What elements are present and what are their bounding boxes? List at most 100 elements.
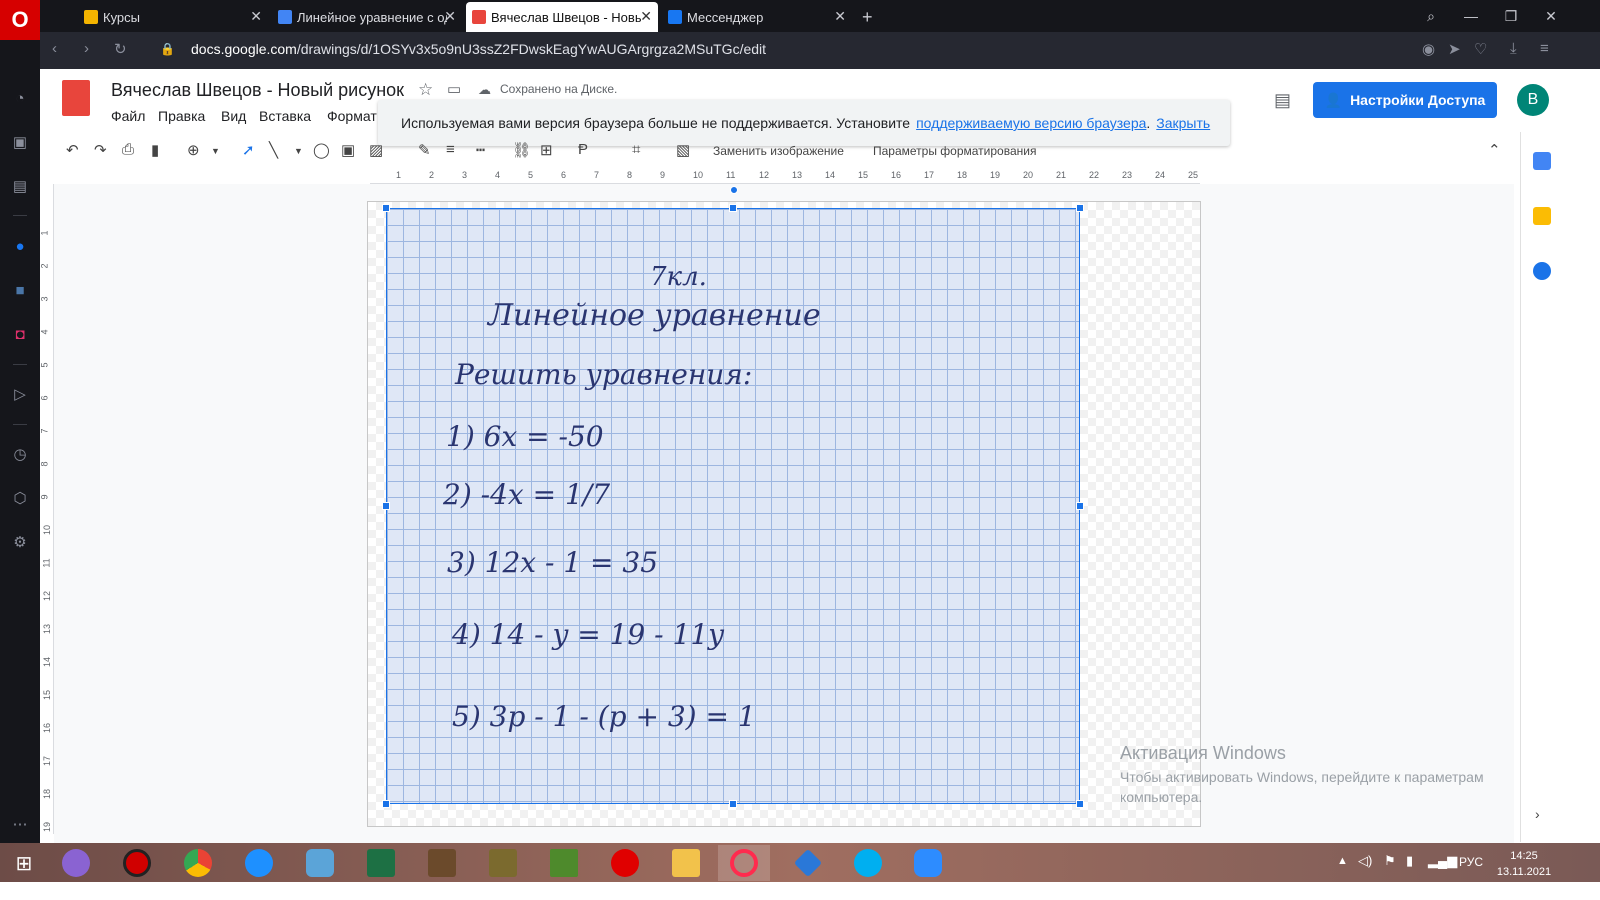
supported-browser-link[interactable]: поддерживаемую версию браузера: [916, 115, 1146, 131]
replace-image-button[interactable]: Заменить изображение: [713, 144, 844, 158]
comment-icon[interactable]: ▤: [1274, 90, 1294, 110]
player-icon[interactable]: ▷: [8, 382, 32, 406]
app-blue-icon[interactable]: [788, 845, 828, 881]
tray-chevron-icon[interactable]: ▲: [1337, 855, 1348, 867]
search-tabs-icon[interactable]: ⌕: [1416, 4, 1446, 28]
select-icon[interactable]: ➚: [242, 141, 255, 159]
print-icon[interactable]: ⎙: [122, 141, 134, 158]
expand-panel-icon[interactable]: ›: [1535, 806, 1540, 822]
add-comment-icon[interactable]: ⊞: [540, 141, 553, 159]
resize-handle[interactable]: [1076, 204, 1084, 212]
undo-icon[interactable]: ↶: [66, 141, 79, 159]
shop-icon[interactable]: ▣: [8, 130, 32, 154]
redo-icon[interactable]: ↷: [94, 141, 107, 159]
more-icon[interactable]: ⋯: [8, 812, 32, 836]
calendar-icon[interactable]: [1533, 152, 1551, 170]
menu-icon[interactable]: ≡: [1540, 40, 1549, 57]
paint-format-icon[interactable]: ▮: [151, 141, 159, 159]
volume-icon[interactable]: ◁): [1358, 853, 1372, 869]
avatar[interactable]: В: [1517, 84, 1549, 116]
menu-format[interactable]: Формат: [327, 108, 377, 124]
menu-view[interactable]: Вид: [221, 108, 246, 124]
minecraft-icon[interactable]: [544, 845, 584, 881]
resize-handle[interactable]: [729, 800, 737, 808]
recorder-icon[interactable]: [117, 845, 157, 881]
tab-messenger[interactable]: Мессенджер ✕: [662, 2, 852, 32]
share-button[interactable]: 👤 Настройки Доступа: [1313, 82, 1497, 118]
close-icon[interactable]: ✕: [640, 8, 652, 25]
flag-icon[interactable]: ⚑: [1384, 853, 1396, 869]
border-dash-icon[interactable]: ┅: [476, 141, 485, 159]
twitch-icon[interactable]: ▤: [8, 174, 32, 198]
minimize-button[interactable]: —: [1456, 4, 1486, 28]
collapse-icon[interactable]: ⌃: [1488, 141, 1501, 159]
start-windows-icon[interactable]: ⊞: [4, 845, 44, 881]
back-icon[interactable]: ‹: [52, 40, 57, 57]
camera-icon[interactable]: ◉: [1422, 40, 1435, 58]
move-folder-icon[interactable]: ▭: [447, 80, 461, 98]
banner-close-link[interactable]: Закрыть: [1156, 115, 1210, 131]
rotate-handle[interactable]: [730, 186, 738, 194]
instagram-icon[interactable]: ◘: [8, 322, 32, 346]
crop-icon[interactable]: ⌗: [632, 141, 640, 158]
tasks-icon[interactable]: [1533, 262, 1551, 280]
resize-handle[interactable]: [1076, 800, 1084, 808]
tab-drawing[interactable]: Вячеслав Швецов - Новы ✕: [466, 2, 658, 32]
excel-icon[interactable]: [361, 845, 401, 881]
keep-icon[interactable]: [1533, 207, 1551, 225]
chrome-icon[interactable]: [178, 845, 218, 881]
menu-edit[interactable]: Правка: [158, 108, 205, 124]
zoom-icon[interactable]: ⊕: [187, 141, 200, 159]
menu-insert[interactable]: Вставка: [259, 108, 311, 124]
language-indicator[interactable]: РУС: [1459, 855, 1483, 869]
forward-icon[interactable]: ›: [84, 40, 89, 57]
pen-icon[interactable]: ✎: [418, 141, 431, 159]
resize-handle[interactable]: [382, 800, 390, 808]
shape-icon[interactable]: ◯: [313, 141, 330, 159]
resize-handle[interactable]: [382, 204, 390, 212]
close-icon[interactable]: ✕: [444, 8, 456, 25]
close-icon[interactable]: ✕: [250, 8, 262, 25]
restore-button[interactable]: ❐: [1496, 4, 1526, 28]
document-title[interactable]: Вячеслав Швецов - Новый рисунок: [111, 80, 404, 101]
speed-dial-icon[interactable]: ◔: [8, 86, 32, 110]
textbox-icon[interactable]: ▣: [341, 141, 355, 159]
chevron-down-icon[interactable]: ▼: [294, 146, 303, 156]
line-icon[interactable]: ╲: [269, 141, 278, 159]
tab-kursy[interactable]: Курсы ✕: [78, 2, 268, 32]
zoom-app-icon[interactable]: [908, 845, 948, 881]
mask-image-icon[interactable]: ▧: [676, 141, 690, 159]
edge-icon[interactable]: [239, 845, 279, 881]
clock[interactable]: 14:25 13.11.2021: [1496, 848, 1552, 880]
opera-icon[interactable]: [605, 845, 645, 881]
border-weight-icon[interactable]: ≡: [446, 141, 455, 158]
send-icon[interactable]: ➤: [1448, 40, 1461, 58]
image-icon[interactable]: ▨: [369, 141, 383, 159]
download-icon[interactable]: ⤓: [1510, 40, 1517, 57]
tab-linear-equation[interactable]: Линейное уравнение с од ✕: [272, 2, 462, 32]
vk-icon[interactable]: ■: [8, 278, 32, 302]
drawings-logo-icon[interactable]: [62, 80, 90, 116]
tank-game-icon[interactable]: [483, 845, 523, 881]
resize-handle[interactable]: [1076, 502, 1084, 510]
chevron-down-icon[interactable]: ▼: [211, 146, 220, 156]
game-icon[interactable]: [422, 845, 462, 881]
close-window-button[interactable]: ✕: [1536, 4, 1566, 28]
settings-gear-icon[interactable]: ⚙: [8, 530, 32, 554]
explorer-icon[interactable]: [666, 845, 706, 881]
link-icon[interactable]: ⛓: [512, 141, 531, 159]
new-tab-button[interactable]: +: [856, 2, 880, 32]
heart-icon[interactable]: ♡: [1474, 40, 1487, 58]
resize-handle[interactable]: [382, 502, 390, 510]
history-icon[interactable]: ◷: [8, 442, 32, 466]
battery-icon[interactable]: ▮: [1406, 853, 1413, 869]
skype-icon[interactable]: [848, 845, 888, 881]
format-options-button[interactable]: Параметры форматирования: [873, 144, 1036, 158]
star-icon[interactable]: ☆: [418, 80, 433, 100]
opera-gx-active-icon[interactable]: [718, 845, 770, 881]
close-icon[interactable]: ✕: [834, 8, 846, 25]
menu-file[interactable]: Файл: [111, 108, 145, 124]
reload-icon[interactable]: ↻: [114, 40, 127, 58]
opera-logo-icon[interactable]: O: [0, 0, 40, 40]
messenger-icon[interactable]: ●: [8, 234, 32, 258]
